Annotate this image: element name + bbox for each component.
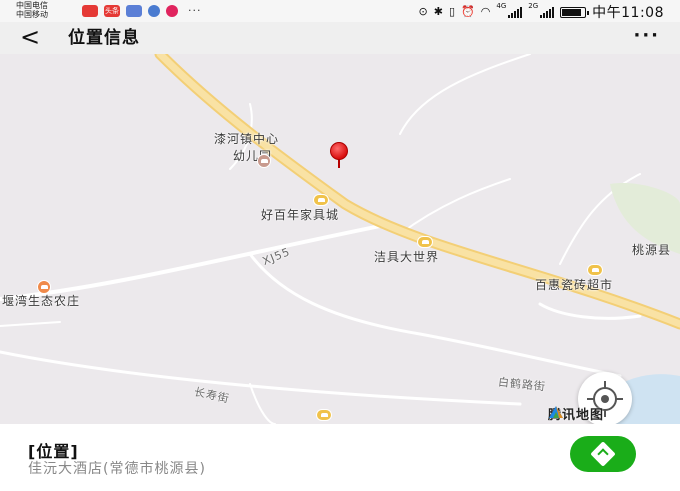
place-address: 佳沅大酒店(常德市桃源县) [28,461,206,477]
road-xj55 [0,222,392,301]
app-video-icon [166,4,178,17]
map-label-furniture: 好百年家具城 [261,208,340,222]
navigate-button[interactable] [570,436,636,472]
back-button[interactable]: < [20,24,40,50]
location-icon: ⊙ [418,5,428,18]
network-type-2: 2G [528,2,539,10]
road-minor-3 [399,178,511,235]
alarm-icon: ⏰ [461,5,475,18]
toutiao-icon: 头条 [104,4,120,17]
signal-2-icon [540,6,555,18]
battery-icon [560,6,590,18]
clock: 中午11:08 [592,5,664,21]
carrier-1: 中国电信 [16,1,48,10]
road-minor-7 [0,321,61,327]
map-label-taoyuan: 桃源县 [632,243,672,257]
navigation-icon [590,441,616,467]
app-music-icon [148,4,160,17]
road-changshou [0,350,522,406]
map-label-jieju: 洁具大世界 [374,250,440,264]
bathroom-poi-icon[interactable] [417,236,433,248]
title-bar: < 位置信息 ··· [0,22,680,54]
more-menu-button[interactable]: ··· [633,24,660,48]
location-pin-icon[interactable] [330,142,348,160]
carrier-2: 中国移动 [16,10,48,19]
app-red-icon [82,4,98,17]
carrier-info: 中国电信 中国移动 [16,1,48,19]
school-poi-icon[interactable] [257,154,271,168]
map-roads [0,54,680,424]
app-blue-icon [126,4,142,17]
more-notifications-icon: ··· [188,4,202,17]
status-indicators: ⊙ ✱ ▯ ⏰ ◠ 4G 2G 中午11:08 [419,2,664,22]
furniture-poi-icon[interactable] [313,194,329,206]
bluetooth-icon: ✱ [433,5,443,18]
tencent-map-logo-icon [549,406,563,418]
notification-icons: 头条 ··· [82,4,202,17]
network-type-1: 4G [496,2,507,10]
tiles-poi-icon[interactable] [587,264,603,276]
bottom-poi-icon[interactable] [316,409,332,421]
location-info-panel: [位置] 佳沅大酒店(常德市桃源县) [0,424,680,491]
map-brand: 腾讯地图 [548,404,604,423]
status-bar: 中国电信 中国移动 头条 ··· ⊙ ✱ ▯ ⏰ ◠ 4G 2G 中午11:08 [0,0,680,22]
map-label-tiles: 百惠瓷砖超市 [535,278,614,292]
page-title: 位置信息 [68,28,140,48]
road-minor-2 [399,54,531,135]
road-minor-6 [249,383,276,424]
signal-1-icon [508,6,523,18]
wifi-icon: ◠ [480,5,491,18]
vibrate-icon: ▯ [448,5,456,18]
map-label-farm: 堰湾生态农庄 [2,294,81,308]
map-view[interactable]: 漆河镇中心 幼儿园 好百年家具城 XJ55 洁具大世界 桃源县 百惠瓷砖超市 堰… [0,54,680,424]
